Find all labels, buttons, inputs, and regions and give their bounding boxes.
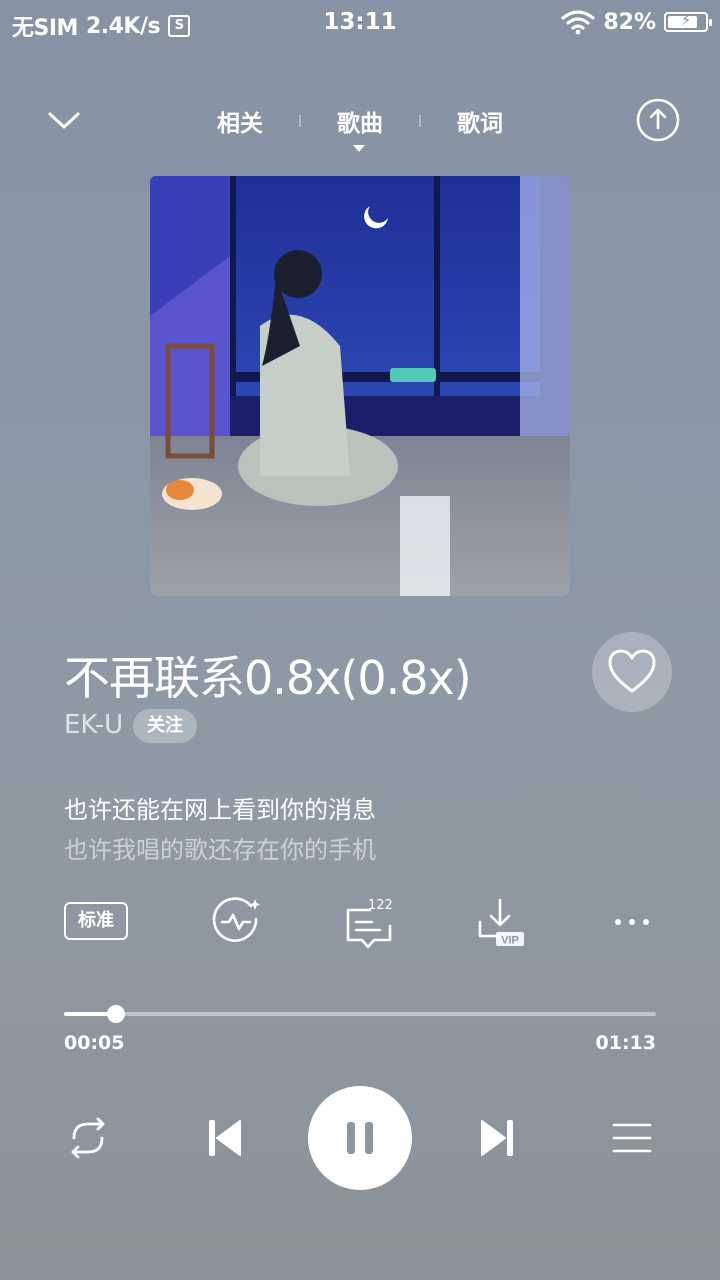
tab-divider [419,115,421,127]
repeat-mode-button[interactable] [56,1106,120,1170]
song-title: 不再联系0.8x(0.8x) [64,651,472,705]
repeat-icon [71,1117,105,1159]
comment-count: 122 [368,898,393,913]
chevron-down-icon [48,112,80,129]
pause-icon [347,1122,373,1154]
progress-bar[interactable] [64,1005,656,1023]
active-tab-indicator [353,145,365,152]
like-button[interactable] [592,632,672,712]
sound-effect-icon [212,897,260,942]
artist-name[interactable]: EK-U [64,710,123,740]
follow-button[interactable]: 关注 [133,709,197,743]
playlist-icon [612,1123,652,1153]
album-artwork-image [150,176,570,596]
sound-quality-button[interactable]: 标准 [64,902,128,940]
tab-divider [299,115,301,127]
download-button[interactable]: VIP [472,896,528,952]
next-icon [481,1120,513,1156]
download-icon: VIP [478,898,524,947]
next-button[interactable] [466,1106,530,1170]
previous-button[interactable] [192,1106,256,1170]
share-icon [636,98,680,142]
tab-song[interactable]: 歌曲 [320,104,400,138]
tab-related[interactable]: 相关 [200,104,280,138]
share-button[interactable] [634,96,682,144]
progress-thumb[interactable] [107,1005,126,1023]
tab-lyrics[interactable]: 歌词 [440,104,520,138]
lyric-current-line[interactable]: 也许还能在网上看到你的消息 [64,790,376,825]
album-cover[interactable] [150,176,570,596]
battery-icon: ⚡ [664,11,712,32]
total-time: 01:13 [595,1032,656,1054]
playlist-button[interactable] [600,1106,664,1170]
current-time: 00:05 [64,1032,125,1054]
pause-button[interactable] [308,1086,412,1190]
sound-effect-button[interactable] [208,893,264,949]
previous-icon [209,1120,241,1156]
vip-badge: VIP [501,935,519,947]
wifi-icon [561,10,595,35]
top-tabs: 相关 歌曲 歌词 [200,104,520,138]
status-bar-right: 82% ⚡ [561,9,712,35]
collapse-button[interactable] [44,100,84,140]
heart-icon [608,649,656,693]
more-button[interactable] [604,894,660,950]
lyric-next-line[interactable]: 也许我唱的歌还存在你的手机 [64,830,376,865]
more-icon [615,919,649,925]
battery-percent: 82% [603,9,656,35]
